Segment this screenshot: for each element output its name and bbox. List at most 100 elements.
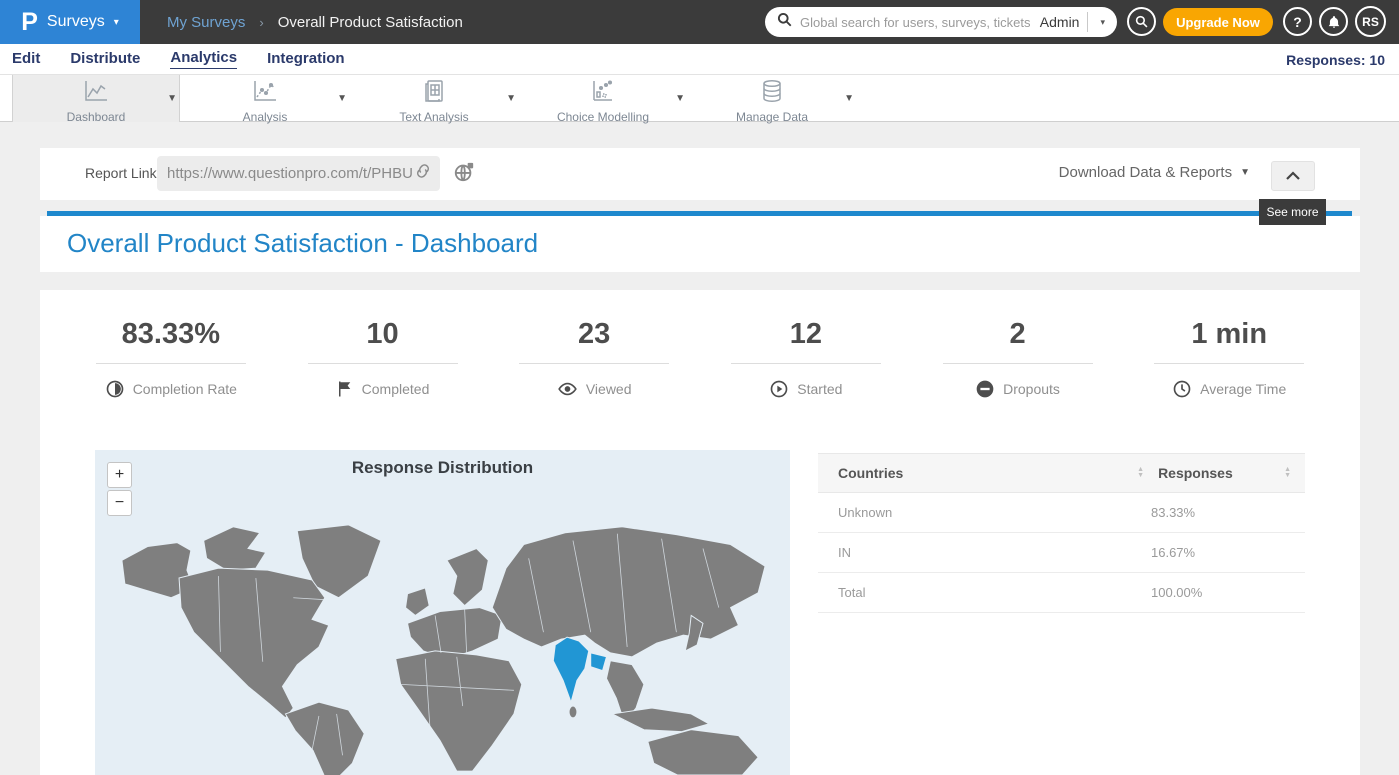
product-label: Surveys bbox=[47, 13, 105, 31]
help-button[interactable]: ? bbox=[1283, 7, 1312, 36]
chevron-up-icon bbox=[1285, 171, 1301, 181]
see-more-tooltip: See more bbox=[1259, 199, 1326, 225]
notifications-button[interactable] bbox=[1319, 7, 1348, 36]
stat-label: Dropouts bbox=[1003, 381, 1060, 397]
toolbar-item-label: Analysis bbox=[243, 110, 288, 124]
report-link-bar: Report Link Download Data & Reports ▼ bbox=[40, 148, 1360, 200]
stat-value: 10 bbox=[277, 318, 489, 351]
divider bbox=[1154, 363, 1304, 364]
global-search: Admin ▾ bbox=[765, 7, 1117, 37]
global-search-input[interactable] bbox=[800, 15, 1032, 30]
flag-icon bbox=[336, 379, 354, 399]
play-circle-icon bbox=[769, 379, 789, 399]
divider bbox=[731, 363, 881, 364]
world-map bbox=[95, 450, 790, 775]
divider bbox=[519, 363, 669, 364]
country-cell: Unknown bbox=[818, 505, 1151, 520]
topbar: P Surveys ▾ My Surveys › Overall Product… bbox=[0, 0, 1399, 44]
tab-analytics[interactable]: Analytics bbox=[170, 49, 237, 69]
breadcrumb-my-surveys[interactable]: My Surveys bbox=[167, 14, 245, 31]
chevron-down-icon[interactable]: ▼ bbox=[337, 93, 347, 104]
report-url-input[interactable] bbox=[167, 165, 414, 182]
search-button[interactable] bbox=[1127, 7, 1156, 36]
surveys-product-menu[interactable]: P Surveys ▾ bbox=[0, 0, 140, 44]
stat-label: Viewed bbox=[586, 381, 632, 397]
divider bbox=[943, 363, 1093, 364]
responses-cell: 83.33% bbox=[1151, 505, 1271, 520]
collapse-report-bar-button[interactable] bbox=[1271, 161, 1315, 191]
survey-nav: Edit Distribute Analytics Integration Re… bbox=[0, 44, 1399, 75]
map-zoom-in-button[interactable]: + bbox=[107, 462, 132, 488]
tab-edit[interactable]: Edit bbox=[12, 50, 40, 69]
map-zoom-out-button[interactable]: − bbox=[107, 490, 132, 516]
stat-viewed: 23 Viewed bbox=[488, 318, 700, 399]
divider bbox=[308, 363, 458, 364]
toolbar-item-label: Dashboard bbox=[67, 110, 126, 124]
upgrade-now-button[interactable]: Upgrade Now bbox=[1163, 8, 1273, 36]
download-data-reports-label: Download Data & Reports bbox=[1059, 164, 1232, 181]
countries-table: Countries ▲▼ Responses ▲▼ Unknown 83.33%… bbox=[818, 453, 1305, 613]
breadcrumb: My Surveys › Overall Product Satisfactio… bbox=[167, 0, 463, 44]
responses-cell: 100.00% bbox=[1151, 585, 1271, 600]
table-row: Total 100.00% bbox=[818, 573, 1305, 613]
tab-integration[interactable]: Integration bbox=[267, 50, 345, 69]
stat-completion-rate: 83.33% Completion Rate bbox=[65, 318, 277, 399]
avatar[interactable]: RS bbox=[1355, 6, 1386, 37]
toolbar-item-dashboard[interactable]: Dashboard ▼ bbox=[12, 75, 180, 122]
chevron-down-icon[interactable]: ▼ bbox=[167, 93, 177, 104]
search-scope-label: Admin bbox=[1040, 14, 1080, 30]
toolbar-item-label: Choice Modelling bbox=[557, 110, 649, 124]
table-row: Unknown 83.33% bbox=[818, 493, 1305, 533]
column-header-responses[interactable]: Responses bbox=[1158, 465, 1278, 481]
breadcrumb-separator-icon: › bbox=[259, 15, 263, 30]
stat-average-time: 1 min Average Time bbox=[1123, 318, 1335, 399]
stat-label: Completion Rate bbox=[133, 381, 237, 397]
stat-value: 12 bbox=[700, 318, 912, 351]
model-chart-icon bbox=[590, 79, 616, 108]
stat-value: 1 min bbox=[1123, 318, 1335, 351]
toolbar-item-choice-modelling[interactable]: Choice Modelling ▼ bbox=[519, 75, 687, 122]
link-icon[interactable] bbox=[414, 162, 432, 185]
database-icon bbox=[760, 79, 784, 108]
toolbar-item-manage-data[interactable]: Manage Data ▼ bbox=[688, 75, 856, 122]
chevron-down-icon[interactable]: ▼ bbox=[675, 93, 685, 104]
toolbar-item-analysis[interactable]: Analysis ▼ bbox=[181, 75, 349, 122]
questionpro-logo: P bbox=[21, 10, 38, 35]
stat-label: Completed bbox=[362, 381, 430, 397]
line-chart-icon bbox=[83, 79, 109, 108]
chevron-down-icon[interactable]: ▼ bbox=[506, 93, 516, 104]
divider bbox=[96, 363, 246, 364]
toolbar-item-label: Text Analysis bbox=[399, 110, 468, 124]
chevron-down-icon[interactable]: ▾ bbox=[1096, 17, 1109, 28]
scatter-chart-icon bbox=[252, 79, 278, 108]
stat-value: 83.33% bbox=[65, 318, 277, 351]
chevron-down-icon[interactable]: ▼ bbox=[844, 93, 854, 104]
stat-label: Average Time bbox=[1200, 381, 1286, 397]
stat-label: Started bbox=[797, 381, 842, 397]
stats-row: 83.33% Completion Rate 10 Completed 23 bbox=[65, 318, 1335, 399]
question-mark-icon: ? bbox=[1293, 14, 1302, 30]
stat-started: 12 Started bbox=[700, 318, 912, 399]
bell-icon bbox=[1327, 15, 1341, 29]
report-url-field bbox=[157, 156, 440, 191]
response-distribution-map: Response Distribution + − bbox=[95, 450, 790, 775]
toolbar-item-text-analysis[interactable]: Text Analysis ▼ bbox=[350, 75, 518, 122]
table-header-row: Countries ▲▼ Responses ▲▼ bbox=[818, 453, 1305, 493]
stat-dropouts: 2 Dropouts bbox=[912, 318, 1124, 399]
title-band: Overall Product Satisfaction - Dashboard bbox=[40, 216, 1360, 272]
map-title: Response Distribution bbox=[95, 458, 790, 478]
clock-icon bbox=[1172, 379, 1192, 399]
minus-circle-icon bbox=[975, 379, 995, 399]
globe-settings-icon[interactable] bbox=[453, 161, 475, 188]
accent-divider bbox=[47, 211, 1352, 216]
page-title: Overall Product Satisfaction - Dashboard bbox=[67, 228, 538, 259]
stat-completed: 10 Completed bbox=[277, 318, 489, 399]
sort-icon[interactable]: ▲▼ bbox=[1284, 467, 1291, 480]
sort-icon[interactable]: ▲▼ bbox=[1137, 467, 1144, 480]
download-data-reports-menu[interactable]: Download Data & Reports ▼ bbox=[1059, 164, 1250, 181]
search-icon bbox=[777, 12, 792, 32]
column-header-countries[interactable]: Countries bbox=[818, 465, 1131, 481]
dashboard-card: 83.33% Completion Rate 10 Completed 23 bbox=[40, 290, 1360, 775]
responses-cell: 16.67% bbox=[1151, 545, 1271, 560]
tab-distribute[interactable]: Distribute bbox=[70, 50, 140, 69]
